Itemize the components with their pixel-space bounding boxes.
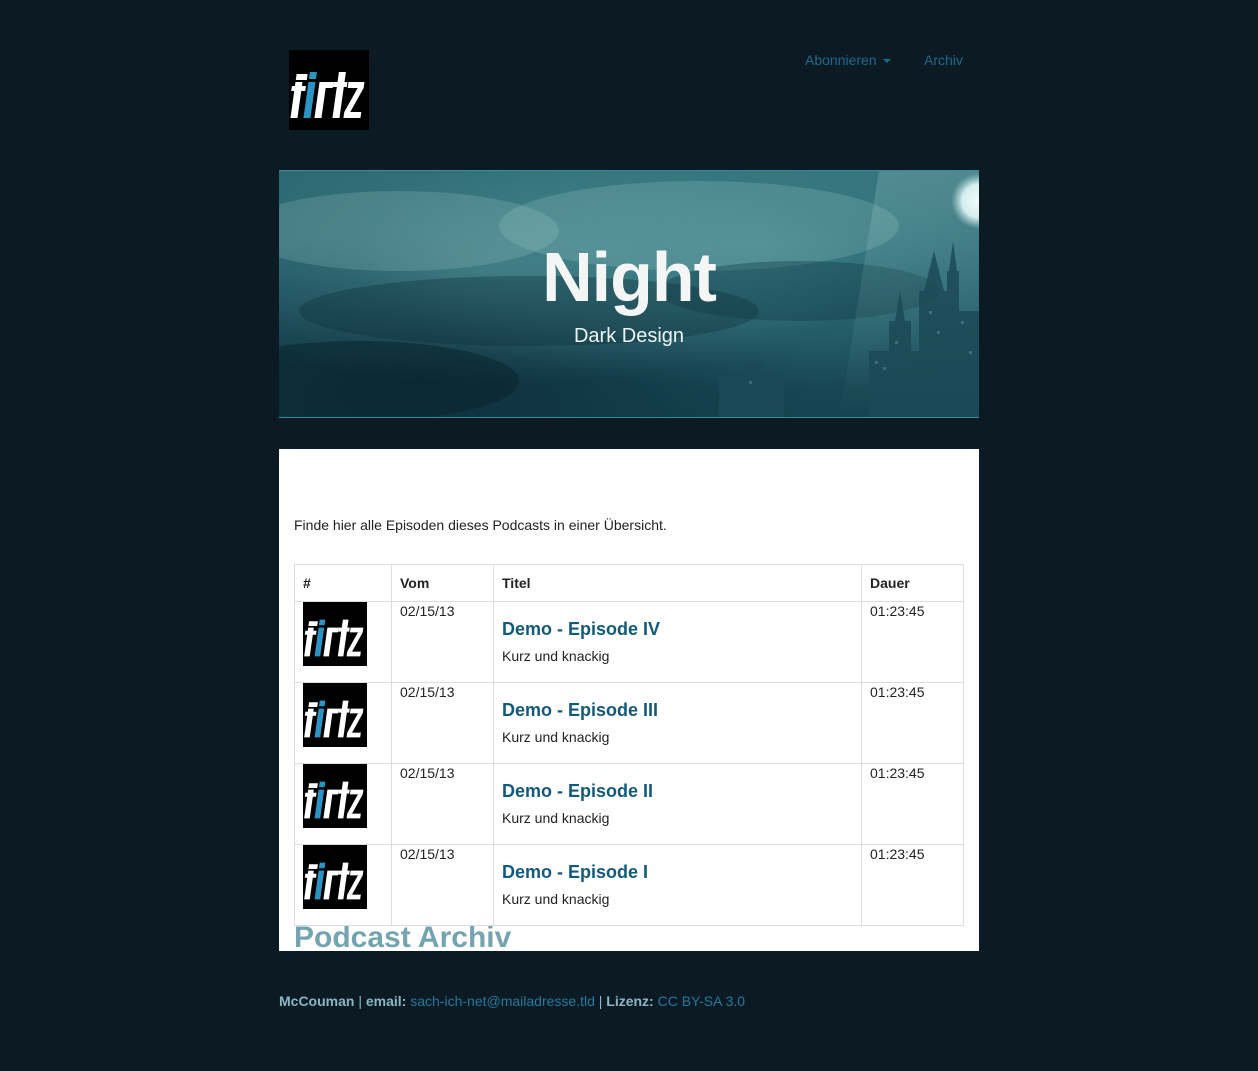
episode-thumb-cell <box>294 844 392 926</box>
episode-title-cell: Demo - Episode IV Kurz und knackig <box>493 601 862 683</box>
intro-text: Finde hier alle Episoden dieses Podcasts… <box>294 517 667 533</box>
footer-email-link[interactable]: sach-ich-net@mailadresse.tld <box>410 993 595 1009</box>
episode-title-link[interactable]: Demo - Episode II <box>502 779 853 803</box>
table-row: 02/15/13 Demo - Episode III Kurz und kna… <box>294 682 964 764</box>
subscribe-dropdown[interactable]: Abonnieren <box>805 52 891 68</box>
episode-cover-icon[interactable] <box>303 764 367 828</box>
episode-date: 02/15/13 <box>391 763 494 845</box>
table-row: 02/15/13 Demo - Episode I Kurz und knack… <box>294 844 964 926</box>
footer-separator: | <box>354 993 366 1009</box>
episode-date: 02/15/13 <box>391 601 494 683</box>
episode-duration: 01:23:45 <box>861 844 964 926</box>
episode-date: 02/15/13 <box>391 682 494 764</box>
episode-title-cell: Demo - Episode I Kurz und knackig <box>493 844 862 926</box>
table-row: 02/15/13 Demo - Episode II Kurz und knac… <box>294 763 964 845</box>
episode-subtitle: Kurz und knackig <box>502 648 610 664</box>
episode-cover-icon[interactable] <box>303 683 367 747</box>
episode-subtitle: Kurz und knackig <box>502 810 610 826</box>
episode-title-cell: Demo - Episode II Kurz und knackig <box>493 763 862 845</box>
site-footer: McCouman | email: sach-ich-net@mailadres… <box>279 992 745 1010</box>
episode-duration: 01:23:45 <box>861 601 964 683</box>
firtz-logo-icon <box>289 50 369 130</box>
site-logo[interactable] <box>289 50 369 130</box>
episode-title-link[interactable]: Demo - Episode III <box>502 698 853 722</box>
episode-thumb-cell <box>294 763 392 845</box>
footer-license-link[interactable]: CC BY-SA 3.0 <box>658 993 745 1009</box>
hero-title: Night <box>542 238 717 316</box>
caret-down-icon <box>882 59 891 64</box>
episode-thumb-cell <box>294 682 392 764</box>
column-header-duration: Dauer <box>861 564 964 602</box>
episode-cover-icon[interactable] <box>303 602 367 666</box>
hero-subtitle: Dark Design <box>573 325 685 347</box>
episode-title-link[interactable]: Demo - Episode I <box>502 860 853 884</box>
episode-subtitle: Kurz und knackig <box>502 891 610 907</box>
nav-archive-link[interactable]: Archiv <box>924 52 963 68</box>
archive-panel: Podcast Archiv Finde hier alle Episoden … <box>279 449 979 954</box>
episode-thumb-cell <box>294 601 392 683</box>
footer-license-label: Lizenz: <box>606 993 654 1009</box>
column-header-number: # <box>294 564 392 602</box>
subscribe-label: Abonnieren <box>805 52 877 68</box>
episode-table: # Vom Titel Dauer 02/15/13 Demo - Episod… <box>294 564 964 926</box>
footer-author: McCouman <box>279 993 355 1009</box>
column-header-title: Titel <box>493 564 862 602</box>
episode-subtitle: Kurz und knackig <box>502 729 610 745</box>
hero-banner: Night Dark Design <box>279 170 979 418</box>
table-header-row: # Vom Titel Dauer <box>294 564 964 602</box>
table-row: 02/15/13 Demo - Episode IV Kurz und knac… <box>294 601 964 683</box>
episode-cover-icon[interactable] <box>303 845 367 909</box>
episode-duration: 01:23:45 <box>861 763 964 845</box>
footer-email-label: email: <box>365 993 407 1009</box>
episode-title-cell: Demo - Episode III Kurz und knackig <box>493 682 862 764</box>
footer-separator: | <box>594 993 607 1009</box>
episode-date: 02/15/13 <box>391 844 494 926</box>
column-header-date: Vom <box>391 564 494 602</box>
episode-duration: 01:23:45 <box>861 682 964 764</box>
episode-title-link[interactable]: Demo - Episode IV <box>502 617 853 641</box>
main-nav: Abonnieren Archiv <box>780 52 970 72</box>
